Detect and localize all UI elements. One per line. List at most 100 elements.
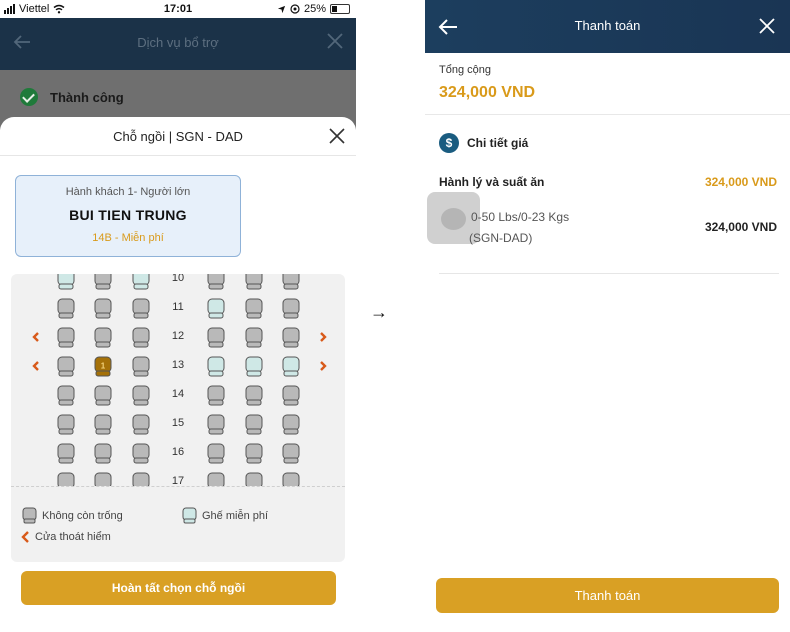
close-icon[interactable] — [326, 32, 344, 50]
payment-header: Thanh toán — [425, 0, 790, 53]
price-details-title: Chi tiết giá — [467, 136, 529, 150]
seat-occupied[interactable] — [245, 327, 263, 348]
seat-occupied[interactable] — [132, 298, 150, 319]
exit-chevron-right-icon — [320, 332, 327, 342]
selected-seat-label: 1 — [101, 362, 106, 371]
transition-arrow: → — [370, 302, 388, 322]
success-banner: Thành công — [20, 88, 124, 106]
seat-occupied[interactable] — [132, 356, 150, 377]
total-amount: 324,000 VND — [439, 84, 536, 101]
exit-chevron-left-icon — [32, 361, 39, 371]
price-details-heading: $ Chi tiết giá — [439, 133, 528, 153]
seat-occupied[interactable] — [94, 327, 112, 348]
category-amount: 324,000 VND — [704, 175, 777, 189]
seat-occupied[interactable] — [282, 414, 300, 435]
seat-occupied[interactable] — [282, 443, 300, 464]
dimmed-header: Dịch vụ bổ trợ — [0, 18, 356, 70]
seat-occupied[interactable] — [207, 472, 225, 486]
seat-occupied[interactable] — [207, 274, 225, 290]
legend-occupied: Không còn trống — [21, 507, 123, 524]
seat-occupied[interactable] — [245, 414, 263, 435]
seat-occupied[interactable] — [94, 274, 112, 290]
row-number: 16 — [172, 446, 184, 458]
seat-occupied[interactable] — [94, 298, 112, 319]
seat-occupied[interactable] — [245, 385, 263, 406]
category-label: Hành lý và suất ăn — [439, 175, 545, 189]
divider — [425, 114, 790, 115]
success-text: Thành công — [50, 89, 124, 105]
payment-screen: Thanh toán Tổng cộng 324,000 VND $ Chi t… — [425, 0, 790, 632]
battery-percent: 25% — [303, 3, 326, 15]
seat-occupied[interactable] — [207, 414, 225, 435]
page-title: Dịch vụ bổ trợ — [137, 35, 219, 50]
seat-occupied[interactable] — [207, 443, 225, 464]
seat-occupied[interactable] — [245, 274, 263, 290]
seat-occupied[interactable] — [57, 472, 75, 486]
seat-occupied[interactable] — [282, 327, 300, 348]
status-right: 25% — [277, 3, 350, 15]
row-number: 15 — [172, 417, 184, 429]
seat-free[interactable] — [207, 298, 225, 319]
status-bar: Viettel 17:01 25% — [0, 0, 356, 18]
legend-occupied-label: Không còn trống — [42, 509, 123, 522]
seat-free[interactable] — [132, 274, 150, 290]
page-title: Thanh toán — [574, 18, 641, 33]
close-icon[interactable] — [328, 127, 346, 145]
seat-free[interactable] — [282, 356, 300, 377]
seat-occupied[interactable] — [94, 443, 112, 464]
legend-exit: Cửa thoát hiểm — [21, 531, 111, 543]
seat-occupied[interactable] — [57, 327, 75, 348]
passenger-card[interactable]: Hành khách 1- Người lớn BUI TIEN TRUNG 1… — [15, 175, 241, 257]
seat-occupied[interactable] — [132, 414, 150, 435]
row-number: 14 — [172, 388, 184, 400]
free-seat-icon — [182, 507, 197, 524]
legend-exit-label: Cửa thoát hiểm — [35, 531, 111, 543]
seat-occupied[interactable] — [94, 472, 112, 486]
legend-free-label: Ghế miễn phí — [202, 509, 269, 522]
exit-chevron-icon — [21, 531, 29, 543]
seat-free[interactable] — [207, 356, 225, 377]
close-icon[interactable] — [758, 17, 776, 35]
baggage-route: (SGN-DAD) — [469, 231, 533, 245]
row-number: 13 — [172, 359, 184, 371]
battery-icon — [330, 4, 350, 14]
complete-seat-selection-button[interactable]: Hoàn tất chọn chỗ ngồi — [21, 571, 336, 605]
seat-occupied[interactable] — [282, 472, 300, 486]
seat-occupied[interactable] — [57, 385, 75, 406]
seat-occupied[interactable] — [207, 327, 225, 348]
seat-selected[interactable]: 1 — [94, 356, 112, 377]
row-number: 10 — [172, 274, 184, 284]
seat-occupied[interactable] — [132, 385, 150, 406]
exit-chevron-left-icon — [32, 332, 39, 342]
seat-occupied[interactable] — [132, 472, 150, 486]
passenger-label: Hành khách 1- Người lớn — [65, 186, 191, 198]
seat-free[interactable] — [245, 356, 263, 377]
seat-occupied[interactable] — [57, 298, 75, 319]
seat-occupied[interactable] — [94, 385, 112, 406]
passenger-name: BUI TIEN TRUNG — [69, 207, 187, 223]
legend-free: Ghế miễn phí — [181, 507, 268, 524]
seat-occupied[interactable] — [57, 356, 75, 377]
seat-occupied[interactable] — [245, 472, 263, 486]
pay-button[interactable]: Thanh toán — [436, 578, 779, 613]
total-label: Tổng cộng — [439, 64, 491, 76]
seat-occupied[interactable] — [245, 298, 263, 319]
seat-occupied[interactable] — [245, 443, 263, 464]
seat-occupied[interactable] — [94, 414, 112, 435]
seat-occupied[interactable] — [282, 274, 300, 290]
seat-map-grid: 1011121311415161718 — [32, 274, 327, 486]
seat-sheet: Chỗ ngồi | SGN - DAD Hành khách 1- Người… — [0, 117, 356, 632]
seat-selection-screen: Viettel 17:01 25% Dịch vụ bổ trợ Thành c… — [0, 0, 356, 632]
seat-occupied[interactable] — [282, 385, 300, 406]
rotation-lock-icon — [290, 4, 300, 14]
seat-occupied[interactable] — [57, 414, 75, 435]
seat-occupied[interactable] — [57, 443, 75, 464]
seat-occupied[interactable] — [132, 443, 150, 464]
baggage-weight: 0-50 Lbs/0-23 Kgs — [471, 210, 570, 224]
seat-free[interactable] — [57, 274, 75, 290]
row-number: 12 — [172, 330, 184, 342]
seat-occupied[interactable] — [282, 298, 300, 319]
sheet-title: Chỗ ngồi | SGN - DAD — [113, 129, 243, 144]
seat-occupied[interactable] — [207, 385, 225, 406]
seat-occupied[interactable] — [132, 327, 150, 348]
